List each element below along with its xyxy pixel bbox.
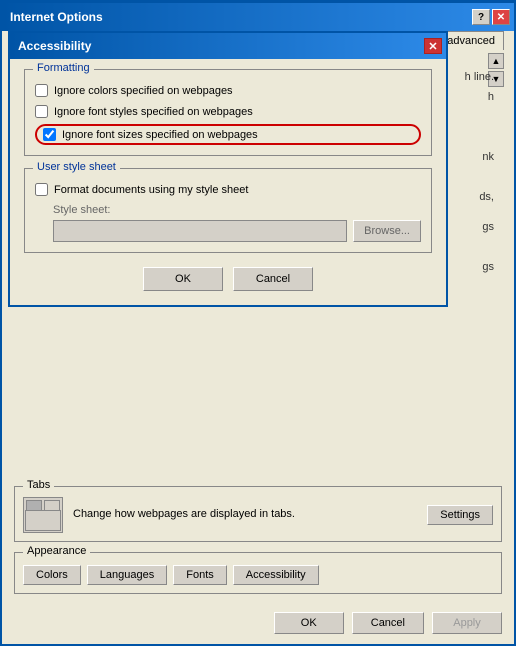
tabs-settings-button[interactable]: Settings	[427, 505, 493, 525]
tabs-description: Change how webpages are displayed in tab…	[73, 507, 417, 522]
bottom-section: Tabs Change how webpages are displayed i…	[2, 486, 514, 604]
ignore-colors-checkbox[interactable]	[35, 84, 48, 97]
format-documents-row: Format documents using my style sheet	[35, 183, 421, 196]
dialog-close-button[interactable]: ✕	[424, 38, 442, 54]
fonts-button[interactable]: Fonts	[173, 565, 227, 585]
tabs-icon-top	[24, 498, 62, 510]
user-style-group: User style sheet Format documents using …	[24, 168, 432, 253]
dialog-titlebar: Accessibility ✕	[10, 33, 446, 59]
main-close-button[interactable]: ✕	[492, 9, 510, 25]
appearance-legend: Appearance	[23, 545, 90, 557]
tabs-section-content: Change how webpages are displayed in tab…	[23, 497, 493, 533]
background-tab[interactable]: advanced	[438, 31, 504, 50]
scroll-up-button[interactable]: ▲	[488, 53, 504, 69]
languages-button[interactable]: Languages	[87, 565, 167, 585]
tab-icon-active	[44, 500, 60, 510]
bg-text-6: gs	[482, 261, 494, 273]
ignore-font-styles-checkbox[interactable]	[35, 105, 48, 118]
dialog-cancel-button[interactable]: Cancel	[233, 267, 313, 291]
main-window: Internet Options ? ✕ advanced ▲ ▼ h line…	[0, 0, 516, 646]
accessibility-button[interactable]: Accessibility	[233, 565, 319, 585]
bottom-buttons: OK Cancel Apply	[2, 612, 514, 634]
style-sheet-label: Style sheet:	[53, 204, 421, 216]
bg-text-4: ds,	[479, 191, 494, 203]
accessibility-dialog: Accessibility ✕ Formatting Ignore colors…	[8, 31, 448, 307]
tabs-icon	[23, 497, 63, 533]
ignore-colors-label: Ignore colors specified on webpages	[54, 85, 233, 97]
dialog-ok-button[interactable]: OK	[143, 267, 223, 291]
formatting-legend: Formatting	[33, 62, 94, 74]
dialog-title: Accessibility	[18, 39, 91, 53]
ok-button[interactable]: OK	[274, 612, 344, 634]
help-button[interactable]: ?	[472, 9, 490, 25]
bg-text-5: gs	[482, 221, 494, 233]
browse-button[interactable]: Browse...	[353, 220, 421, 242]
format-documents-checkbox[interactable]	[35, 183, 48, 196]
bg-text-3: nk	[482, 151, 494, 163]
ignore-font-sizes-checkbox[interactable]	[43, 128, 56, 141]
main-titlebar-buttons: ? ✕	[472, 9, 510, 25]
cancel-button[interactable]: Cancel	[352, 612, 424, 634]
user-style-legend: User style sheet	[33, 161, 120, 173]
ignore-colors-row: Ignore colors specified on webpages	[35, 84, 421, 97]
bg-text-1: h line.	[465, 71, 494, 83]
tabs-icon-body	[25, 510, 61, 531]
style-sheet-row: Browse...	[53, 220, 421, 242]
main-titlebar: Internet Options ? ✕	[2, 3, 514, 31]
ignore-font-styles-row: Ignore font styles specified on webpages	[35, 105, 421, 118]
tabs-group: Tabs Change how webpages are displayed i…	[14, 486, 502, 542]
advanced-tab[interactable]: advanced	[438, 31, 504, 50]
ignore-font-styles-label: Ignore font styles specified on webpages	[54, 106, 253, 118]
appearance-buttons: Colors Languages Fonts Accessibility	[23, 565, 493, 585]
appearance-group: Appearance Colors Languages Fonts Access…	[14, 552, 502, 594]
apply-button[interactable]: Apply	[432, 612, 502, 634]
formatting-group: Formatting Ignore colors specified on we…	[24, 69, 432, 156]
dialog-buttons: OK Cancel	[24, 267, 432, 291]
bg-text-2: h	[488, 91, 494, 103]
ignore-font-sizes-label: Ignore font sizes specified on webpages	[62, 129, 258, 141]
colors-button[interactable]: Colors	[23, 565, 81, 585]
format-documents-label: Format documents using my style sheet	[54, 184, 248, 196]
tab-icon-inactive	[26, 500, 42, 510]
dialog-body: Formatting Ignore colors specified on we…	[10, 59, 446, 305]
main-window-title: Internet Options	[10, 10, 103, 24]
style-sheet-input[interactable]	[53, 220, 347, 242]
tabs-legend: Tabs	[23, 479, 54, 491]
ignore-font-sizes-row: Ignore font sizes specified on webpages	[35, 124, 421, 145]
